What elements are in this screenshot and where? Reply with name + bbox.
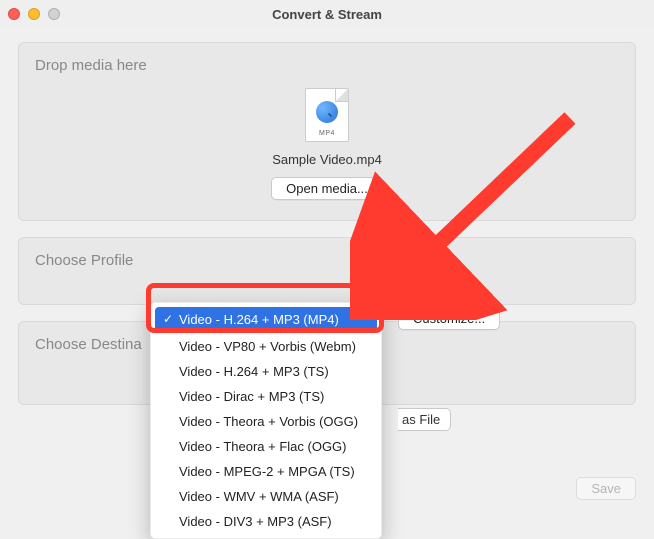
drop-media-panel[interactable]: Drop media here MP4 Sample Video.mp4 Ope…: [18, 42, 636, 221]
profile-option-selected[interactable]: Video - H.264 + MP3 (MP4): [155, 307, 377, 332]
quicktime-play-icon: [316, 101, 338, 123]
profile-option[interactable]: Video - Dirac + MP3 (TS): [151, 384, 381, 409]
profile-option[interactable]: Video - DIV3 + MP3 (ASF): [151, 509, 381, 534]
customize-button[interactable]: Customize...: [398, 307, 500, 330]
save-button: Save: [576, 477, 636, 500]
profile-option[interactable]: Video - H.264 + MP3 (TS): [151, 359, 381, 384]
choose-profile-title: Choose Profile: [35, 252, 619, 269]
profile-option[interactable]: Video - Theora + Flac (OGG): [151, 434, 381, 459]
profile-option[interactable]: Video - VP80 + Vorbis (Webm): [151, 334, 381, 359]
profile-option[interactable]: Video - Theora + Vorbis (OGG): [151, 409, 381, 434]
window-title: Convert & Stream: [0, 7, 654, 22]
file-icon: MP4: [305, 88, 349, 142]
close-window-button[interactable]: [8, 8, 20, 20]
profile-option[interactable]: Video - MPEG-2 + MPGA (TS): [151, 459, 381, 484]
traffic-lights: [8, 8, 60, 20]
profile-option[interactable]: Video - WMV + WMA (ASF): [151, 484, 381, 509]
titlebar: Convert & Stream: [0, 0, 654, 28]
file-name-label: Sample Video.mp4: [272, 152, 382, 167]
open-media-button[interactable]: Open media...: [271, 177, 383, 200]
customize-button-wrap: Customize...: [398, 307, 500, 330]
choose-profile-panel: Choose Profile: [18, 237, 636, 305]
file-extension-label: MP4: [319, 130, 335, 137]
profile-dropdown[interactable]: Video - H.264 + MP3 (MP4) Video - VP80 +…: [150, 302, 382, 539]
drop-area[interactable]: MP4 Sample Video.mp4 Open media...: [35, 82, 619, 206]
drop-media-title: Drop media here: [35, 57, 619, 74]
minimize-window-button[interactable]: [28, 8, 40, 20]
save-as-file-button-fragment[interactable]: as File: [398, 408, 451, 431]
maximize-window-button: [48, 8, 60, 20]
profile-dropdown-wrap: Video - H.264 + MP3 (MP4) Video - VP80 +…: [150, 302, 382, 539]
